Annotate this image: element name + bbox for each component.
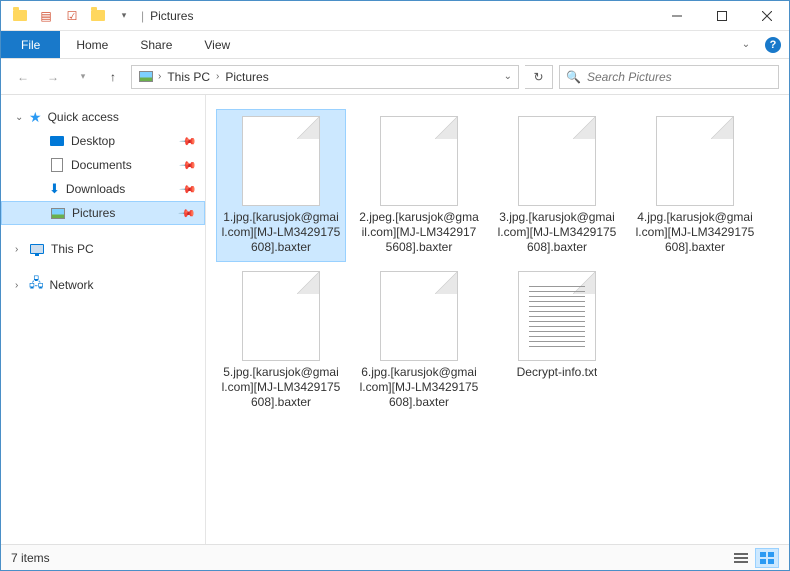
qat-folder-icon[interactable] [87,5,109,27]
chevron-right-icon[interactable]: › [158,71,161,82]
star-icon: ★ [29,109,42,126]
app-icon [9,5,31,27]
file-grid: 1.jpg.[karusjok@gmail.com][MJ-LM34291756… [216,109,779,417]
nav-recent-dropdown[interactable]: ▾ [71,65,95,89]
generic-file-icon [656,116,734,206]
nav-up-button[interactable]: ↑ [101,65,125,89]
nav-back-button[interactable]: ← [11,65,35,89]
breadcrumb-pic-icon [138,69,154,85]
search-input[interactable] [587,70,772,84]
body: ⌄ ★ Quick access Desktop 📌 Documents 📌 ⬇… [1,95,789,544]
minimize-button[interactable] [654,1,699,30]
statusbar: 7 items [1,544,789,570]
pin-icon: 📌 [179,156,198,175]
chevron-right-icon[interactable]: › [15,244,18,255]
tab-file[interactable]: File [1,31,60,58]
nav-forward-button[interactable]: → [41,65,65,89]
generic-file-icon [242,116,320,206]
pin-icon: 📌 [179,132,198,151]
file-item[interactable]: 2.jpeg.[karusjok@gmail.com][MJ-LM3429175… [354,109,484,262]
navigation-pane: ⌄ ★ Quick access Desktop 📌 Documents 📌 ⬇… [1,95,206,544]
sidebar-item-network[interactable]: › 🖧 Network [1,273,205,297]
file-item[interactable]: 6.jpg.[karusjok@gmail.com][MJ-LM34291756… [354,264,484,417]
search-box[interactable]: 🔍 [559,65,779,89]
file-item[interactable]: 5.jpg.[karusjok@gmail.com][MJ-LM34291756… [216,264,346,417]
view-details-button[interactable] [729,548,753,568]
download-icon: ⬇ [49,181,60,197]
chevron-right-icon[interactable]: › [216,71,219,82]
explorer-window: ▤ ☑ ▾ | Pictures File Home Share View ⌄ … [0,0,790,571]
view-thumbnails-button[interactable] [755,548,779,568]
quick-access-toolbar: ▤ ☑ ▾ [9,5,135,27]
file-label: 4.jpg.[karusjok@gmail.com][MJ-LM34291756… [635,210,755,255]
monitor-icon [29,241,45,257]
generic-file-icon [380,271,458,361]
file-label: 2.jpeg.[karusjok@gmail.com][MJ-LM3429175… [359,210,479,255]
title-separator: | [141,9,144,23]
sidebar-item-quick-access[interactable]: ⌄ ★ Quick access [1,105,205,129]
sidebar-item-label: Documents [71,158,132,172]
sidebar-item-label: Quick access [48,110,119,124]
tab-home[interactable]: Home [60,31,124,58]
file-item[interactable]: 4.jpg.[karusjok@gmail.com][MJ-LM34291756… [630,109,760,262]
qat-checkbox-icon[interactable]: ☑ [61,5,83,27]
file-item[interactable]: Decrypt-info.txt [492,264,622,417]
sidebar-item-label: Downloads [66,182,125,196]
sidebar-item-pictures[interactable]: Pictures 📌 [1,201,205,225]
pin-icon: 📌 [179,180,198,199]
generic-file-icon [242,271,320,361]
sidebar-item-label: This PC [51,242,94,256]
ribbon: File Home Share View ⌄ ? [1,31,789,59]
sidebar-item-label: Pictures [72,206,115,220]
refresh-button[interactable]: ↻ [525,65,553,89]
sidebar-item-documents[interactable]: Documents 📌 [1,153,205,177]
generic-file-icon [380,116,458,206]
qat-dropdown-icon[interactable]: ▾ [113,5,135,27]
file-label: 6.jpg.[karusjok@gmail.com][MJ-LM34291756… [359,365,479,410]
chevron-down-icon[interactable]: ⌄ [15,112,23,123]
file-pane[interactable]: 1.jpg.[karusjok@gmail.com][MJ-LM34291756… [206,95,789,544]
pin-icon: 📌 [178,204,197,223]
file-label: 1.jpg.[karusjok@gmail.com][MJ-LM34291756… [221,210,341,255]
window-title: Pictures [150,9,193,23]
close-button[interactable] [744,1,789,30]
sidebar-item-downloads[interactable]: ⬇ Downloads 📌 [1,177,205,201]
sidebar-item-this-pc[interactable]: › This PC [1,237,205,261]
breadcrumb[interactable]: › This PC › Pictures ⌄ [131,65,519,89]
file-label: 3.jpg.[karusjok@gmail.com][MJ-LM34291756… [497,210,617,255]
breadcrumb-dropdown-icon[interactable]: ⌄ [504,71,512,82]
pictures-icon [50,205,66,221]
window-controls [654,1,789,30]
sidebar-item-label: Network [50,278,94,292]
sidebar-item-label: Desktop [71,134,115,148]
network-icon: 🖧 [29,274,44,296]
item-count: 7 items [11,551,50,565]
chevron-right-icon[interactable]: › [15,280,18,291]
maximize-button[interactable] [699,1,744,30]
file-item[interactable]: 3.jpg.[karusjok@gmail.com][MJ-LM34291756… [492,109,622,262]
tab-view[interactable]: View [188,31,246,58]
ribbon-expand-icon[interactable]: ⌄ [731,31,761,58]
tab-share[interactable]: Share [124,31,188,58]
search-icon: 🔍 [566,70,581,84]
file-label: 5.jpg.[karusjok@gmail.com][MJ-LM34291756… [221,365,341,410]
text-file-icon [518,271,596,361]
breadcrumb-root[interactable]: This PC [165,70,212,84]
qat-properties-icon[interactable]: ▤ [35,5,57,27]
file-label: Decrypt-info.txt [517,365,598,380]
view-toggles [729,548,779,568]
generic-file-icon [518,116,596,206]
breadcrumb-folder[interactable]: Pictures [223,70,270,84]
help-icon[interactable]: ? [765,37,781,53]
desktop-icon [49,133,65,149]
titlebar: ▤ ☑ ▾ | Pictures [1,1,789,31]
sidebar-item-desktop[interactable]: Desktop 📌 [1,129,205,153]
file-item[interactable]: 1.jpg.[karusjok@gmail.com][MJ-LM34291756… [216,109,346,262]
addressbar: ← → ▾ ↑ › This PC › Pictures ⌄ ↻ 🔍 [1,59,789,95]
document-icon [49,157,65,173]
